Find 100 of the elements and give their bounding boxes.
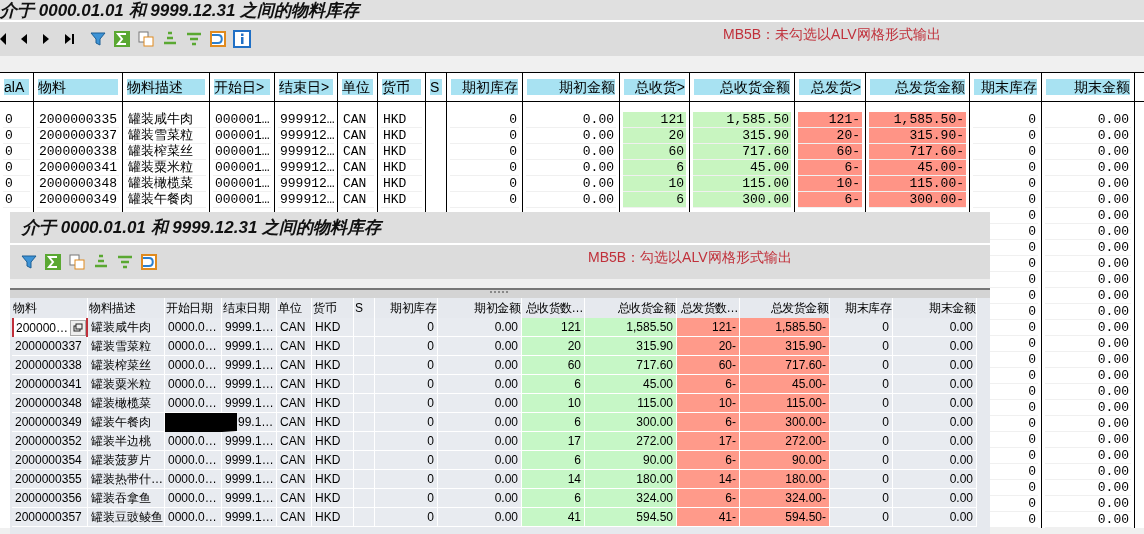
table-cell: 0.00 [438, 413, 522, 432]
table-cell: 罐装吞拿鱼 [88, 489, 165, 508]
table-cell: 717.60 [693, 144, 791, 160]
table-cell: 0.00 [1045, 256, 1131, 272]
subtotal-icon[interactable] [185, 30, 203, 48]
column-header: 货币 [382, 79, 421, 95]
table-cell: 0.00 [893, 470, 977, 489]
table-cell: 0000.0… [165, 489, 222, 508]
table-cell: 罐装咸牛肉 [126, 112, 206, 128]
table-cell: 2000000341 [37, 160, 119, 176]
table-cell: 0 [375, 337, 438, 356]
table-cell: 9999.1… [222, 451, 277, 470]
table-cell: CAN [277, 375, 312, 394]
table-cell: 0 [3, 128, 30, 144]
table-cell: 41- [677, 508, 740, 527]
table-cell: 0 [830, 337, 893, 356]
table-cell: HKD [312, 394, 354, 413]
table-cell: 6- [677, 413, 740, 432]
filter-icon[interactable] [20, 253, 38, 271]
table-cell: 0.00 [893, 356, 977, 375]
table-cell: 0000.0… [165, 508, 222, 527]
table-cell: 60 [522, 356, 585, 375]
table-cell: 2000000349 [12, 413, 88, 432]
table-cell: 9999.1… [222, 375, 277, 394]
table-cell: 000001… [213, 192, 271, 208]
table-cell: 0.00 [526, 128, 616, 144]
export-icon[interactable] [140, 253, 158, 271]
table-cell: 10- [798, 176, 862, 192]
table-cell: 0000.0… [165, 432, 222, 451]
table-cell: 300.00- [869, 192, 966, 208]
popup-icon[interactable] [70, 319, 86, 336]
table-cell: 0 [375, 470, 438, 489]
column-header: 期末库存 [974, 79, 1037, 95]
table-cell: 0000.0… [165, 318, 222, 337]
table-cell: 300.00 [693, 192, 791, 208]
table-cell: 10- [677, 394, 740, 413]
copy-icon[interactable] [68, 253, 86, 271]
table-cell: 10 [522, 394, 585, 413]
table-cell: 0 [3, 112, 30, 128]
previous-page-icon[interactable] [20, 33, 28, 45]
table-cell: 300.00- [740, 413, 830, 432]
table-cell: 0 [375, 489, 438, 508]
table-cell: 14- [677, 470, 740, 489]
table-cell: CAN [277, 432, 312, 451]
table-cell: 2000000354 [12, 451, 88, 470]
export-icon[interactable] [209, 30, 227, 48]
table-cell: 999912… [278, 128, 334, 144]
table-cell: 121 [623, 112, 686, 128]
table-cell: 315.90- [869, 128, 966, 144]
table-cell: HKD [312, 318, 354, 337]
table-cell: 300.00 [585, 413, 677, 432]
table-cell: 罐装热带什… [88, 470, 165, 489]
table-cell: 2000000352 [12, 432, 88, 451]
column-header: 结束日> [279, 79, 333, 95]
table-cell: HKD [312, 375, 354, 394]
table-cell: 0 [830, 375, 893, 394]
table-cell: 2000000349 [37, 192, 119, 208]
table-cell: 999912… [278, 144, 334, 160]
table-cell: HKD [381, 144, 422, 160]
table-cell: 121- [677, 318, 740, 337]
table-cell: CAN [277, 337, 312, 356]
table-cell: 2000000337 [37, 128, 119, 144]
table-cell: 90.00 [585, 451, 677, 470]
table-cell: 0 [830, 451, 893, 470]
table-cell: 2000000348 [12, 394, 88, 413]
table-cell: HKD [381, 176, 422, 192]
table-cell: 20 [623, 128, 686, 144]
first-page-icon[interactable] [0, 33, 6, 45]
splitter-grip-icon[interactable] [489, 290, 511, 294]
filter-icon[interactable] [89, 30, 107, 48]
table-cell: 6 [623, 192, 686, 208]
copy-icon[interactable] [137, 30, 155, 48]
table-cell: 717.60- [869, 144, 966, 160]
table-cell: 0.00 [1045, 368, 1131, 384]
table-cell: 315.90 [693, 128, 791, 144]
table-cell: HKD [312, 337, 354, 356]
table-cell: 0.00 [1045, 464, 1131, 480]
info-icon[interactable] [233, 30, 251, 48]
table-cell: 0 [450, 144, 519, 160]
table-cell: 0 [375, 375, 438, 394]
table-cell: 115.00- [740, 394, 830, 413]
column-header: 开始日> [214, 79, 270, 95]
table-cell: 0.00 [1045, 480, 1131, 496]
sum-icon[interactable] [44, 253, 62, 271]
table-cell: HKD [312, 451, 354, 470]
table-cell: 0000.0… [165, 451, 222, 470]
table-cell: 10 [623, 176, 686, 192]
table-cell: 000001… [213, 144, 271, 160]
next-page-icon[interactable] [42, 33, 50, 45]
table-cell: 罐装豆豉鲮鱼 [88, 508, 165, 527]
table-cell[interactable]: 200000… [16, 318, 69, 337]
table-cell: 6 [522, 413, 585, 432]
table-cell: 0.00 [438, 451, 522, 470]
table-cell: 罐装榨菜丝 [126, 144, 206, 160]
table-cell: 0 [830, 432, 893, 451]
table-cell: 2000000335 [37, 112, 119, 128]
sum-icon[interactable] [113, 30, 131, 48]
subtotal-icon[interactable] [116, 253, 134, 271]
last-page-icon[interactable] [64, 33, 75, 45]
table-cell: 0.00 [1045, 112, 1131, 128]
